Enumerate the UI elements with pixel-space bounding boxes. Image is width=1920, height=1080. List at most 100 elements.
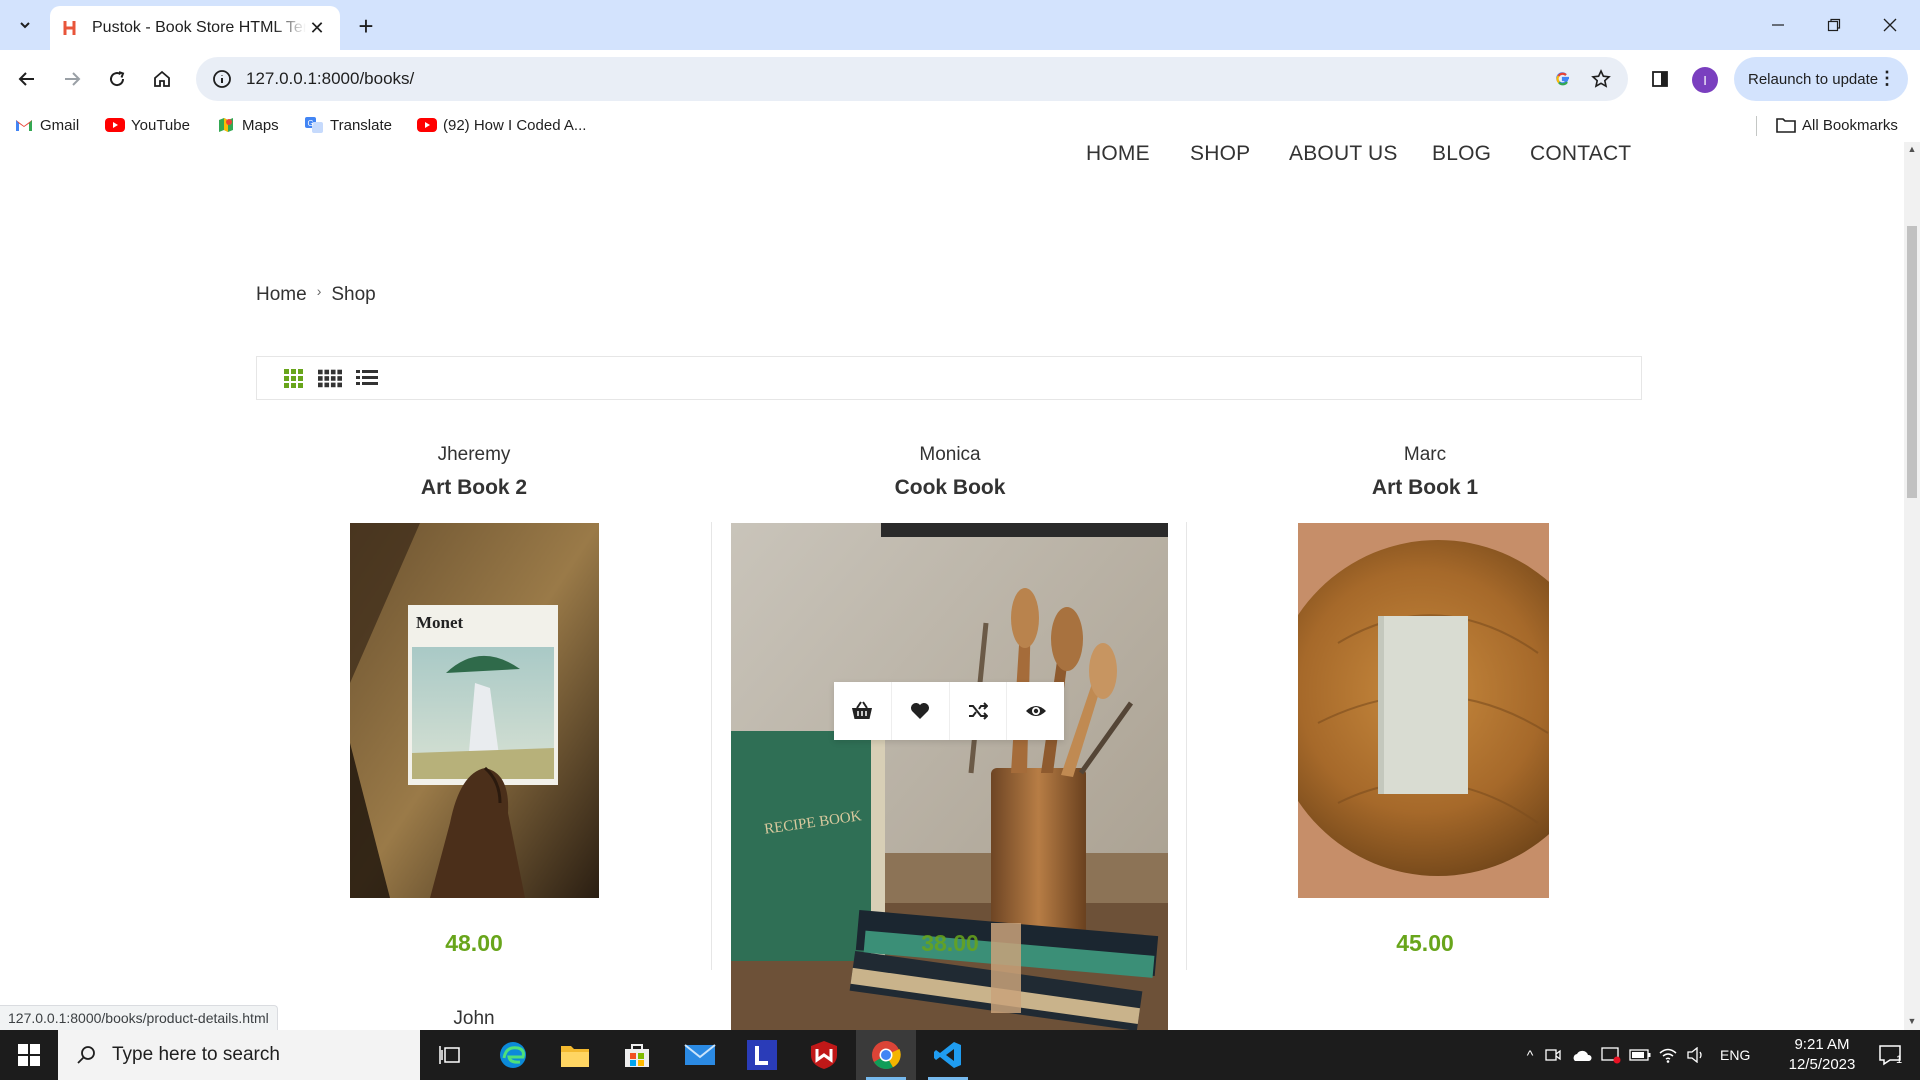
security-alert-icon[interactable]	[1596, 1046, 1626, 1064]
bookmark-youtube[interactable]: YouTube	[105, 114, 190, 136]
more-menu-icon[interactable]: ⋮	[1878, 67, 1896, 89]
scroll-down-arrow-icon[interactable]: ▼	[1907, 1016, 1917, 1026]
system-tray: ^ ENG	[1520, 1030, 1750, 1080]
add-to-wishlist-button[interactable]	[892, 682, 950, 740]
forward-button[interactable]	[55, 62, 89, 96]
product-title[interactable]: Art Book 1	[1225, 476, 1625, 500]
nav-blog[interactable]: BLOG	[1432, 142, 1491, 166]
translate-icon: G	[304, 117, 324, 133]
taskbar-microsoft-store[interactable]	[607, 1030, 667, 1080]
bookmark-label: Gmail	[40, 116, 80, 134]
nav-about-us[interactable]: ABOUT US	[1289, 142, 1398, 166]
google-lens-icon[interactable]	[1544, 60, 1582, 98]
heart-icon	[911, 703, 930, 719]
onedrive-icon[interactable]	[1566, 1048, 1596, 1062]
notifications-button[interactable]: 1	[1860, 1030, 1920, 1080]
notification-count: 1	[1896, 1054, 1903, 1066]
tab-title: Pustok - Book Store HTML Template	[92, 19, 306, 36]
breadcrumb: Home › Shop	[256, 283, 376, 306]
product-actions	[834, 682, 1064, 740]
windows-taskbar: Type here to search ^ ENG 9:21 AM 12/5/2…	[0, 1030, 1920, 1080]
grid-2-icon	[284, 369, 303, 388]
task-view-button[interactable]	[420, 1030, 480, 1080]
url-text[interactable]: 127.0.0.1:8000/books/	[246, 69, 1544, 89]
shuffle-icon	[968, 702, 988, 720]
taskbar-edge[interactable]	[483, 1030, 543, 1080]
image-caption-monet: Monet	[416, 613, 464, 632]
clock-time: 9:21 AM	[1794, 1036, 1850, 1053]
compare-button[interactable]	[950, 682, 1008, 740]
all-bookmarks-button[interactable]: All Bookmarks	[1776, 114, 1898, 136]
address-bar[interactable]: 127.0.0.1:8000/books/	[196, 57, 1628, 101]
bookmark-maps[interactable]: Maps	[216, 114, 279, 136]
site-info-icon[interactable]	[202, 59, 242, 99]
taskbar-search[interactable]: Type here to search	[58, 1030, 420, 1080]
battery-icon[interactable]	[1626, 1049, 1654, 1061]
bookmark-video[interactable]: (92) How I Coded A...	[417, 114, 586, 136]
product-price: 38.00	[921, 930, 979, 956]
language-indicator[interactable]: ENG	[1720, 1047, 1750, 1063]
product-author[interactable]: Marc	[1225, 444, 1625, 466]
scroll-up-arrow-icon[interactable]: ▲	[1907, 144, 1917, 154]
taskbar-mcafee[interactable]	[794, 1030, 854, 1080]
taskbar-clock[interactable]: 9:21 AM 12/5/2023	[1772, 1035, 1872, 1075]
bookmark-translate[interactable]: G Translate	[304, 114, 392, 136]
home-button[interactable]	[145, 62, 179, 96]
show-hidden-icons-chevron-icon[interactable]: ^	[1520, 1047, 1540, 1063]
grid-view-button[interactable]	[281, 367, 305, 389]
search-placeholder: Type here to search	[112, 1044, 280, 1065]
start-button[interactable]	[0, 1030, 58, 1080]
product-title[interactable]: Art Book 2	[274, 476, 674, 500]
meet-now-icon[interactable]	[1540, 1048, 1566, 1062]
quick-view-button[interactable]	[1007, 682, 1064, 740]
minimize-button[interactable]	[1750, 0, 1806, 50]
back-button[interactable]	[10, 62, 44, 96]
grid-dense-view-button[interactable]	[318, 367, 342, 389]
nav-contact[interactable]: CONTACT	[1530, 142, 1631, 166]
folder-icon	[561, 1046, 589, 1067]
bookmark-label: YouTube	[131, 116, 190, 134]
product-title[interactable]: Cook Book	[750, 476, 1150, 500]
side-panel-button[interactable]	[1643, 62, 1677, 96]
basket-icon	[852, 701, 873, 719]
new-tab-button[interactable]: +	[352, 11, 380, 41]
edge-icon	[500, 1042, 526, 1068]
list-view-button[interactable]	[355, 367, 379, 389]
bookmark-gmail[interactable]: Gmail	[14, 114, 79, 136]
taskbar-mail[interactable]	[670, 1030, 730, 1080]
product-author[interactable]: John	[274, 1008, 674, 1030]
tab-search-button[interactable]	[10, 10, 40, 40]
taskbar-app-l[interactable]	[732, 1030, 792, 1080]
profile-avatar[interactable]: I	[1692, 67, 1718, 93]
gmail-icon	[14, 117, 34, 133]
taskbar-file-explorer[interactable]	[545, 1030, 605, 1080]
breadcrumb-home[interactable]: Home	[256, 284, 307, 306]
scrollbar-thumb[interactable]	[1907, 226, 1917, 498]
taskbar-vscode[interactable]	[918, 1030, 978, 1080]
bookmarks-divider	[1756, 116, 1757, 136]
bookmark-star-icon[interactable]	[1582, 60, 1620, 98]
browser-tab[interactable]: Pustok - Book Store HTML Template ✕	[50, 6, 340, 50]
view-toolbar	[256, 356, 1642, 400]
nav-shop[interactable]: SHOP	[1190, 142, 1250, 166]
taskbar-chrome[interactable]	[856, 1030, 916, 1080]
volume-icon[interactable]	[1682, 1047, 1710, 1063]
product-image[interactable]: Monet	[350, 523, 599, 898]
close-window-button[interactable]	[1862, 0, 1918, 50]
folder-icon	[1776, 117, 1796, 133]
wifi-icon[interactable]	[1654, 1047, 1682, 1063]
windows-logo-icon	[18, 1044, 40, 1066]
restore-button[interactable]	[1806, 0, 1862, 50]
close-tab-icon[interactable]: ✕	[306, 17, 328, 39]
page-scrollbar[interactable]: ▲ ▼	[1904, 142, 1920, 1030]
add-to-cart-button[interactable]	[834, 682, 892, 740]
relaunch-button[interactable]: Relaunch to update ⋮	[1734, 57, 1908, 101]
product-author[interactable]: Monica	[750, 444, 1150, 466]
product-image[interactable]	[1298, 523, 1549, 898]
restore-icon	[1827, 18, 1841, 32]
bookmark-label: Maps	[242, 116, 279, 134]
nav-home[interactable]: HOME	[1086, 142, 1150, 166]
youtube-icon	[417, 117, 437, 133]
reload-button[interactable]	[100, 62, 134, 96]
product-author[interactable]: Jheremy	[274, 444, 674, 466]
